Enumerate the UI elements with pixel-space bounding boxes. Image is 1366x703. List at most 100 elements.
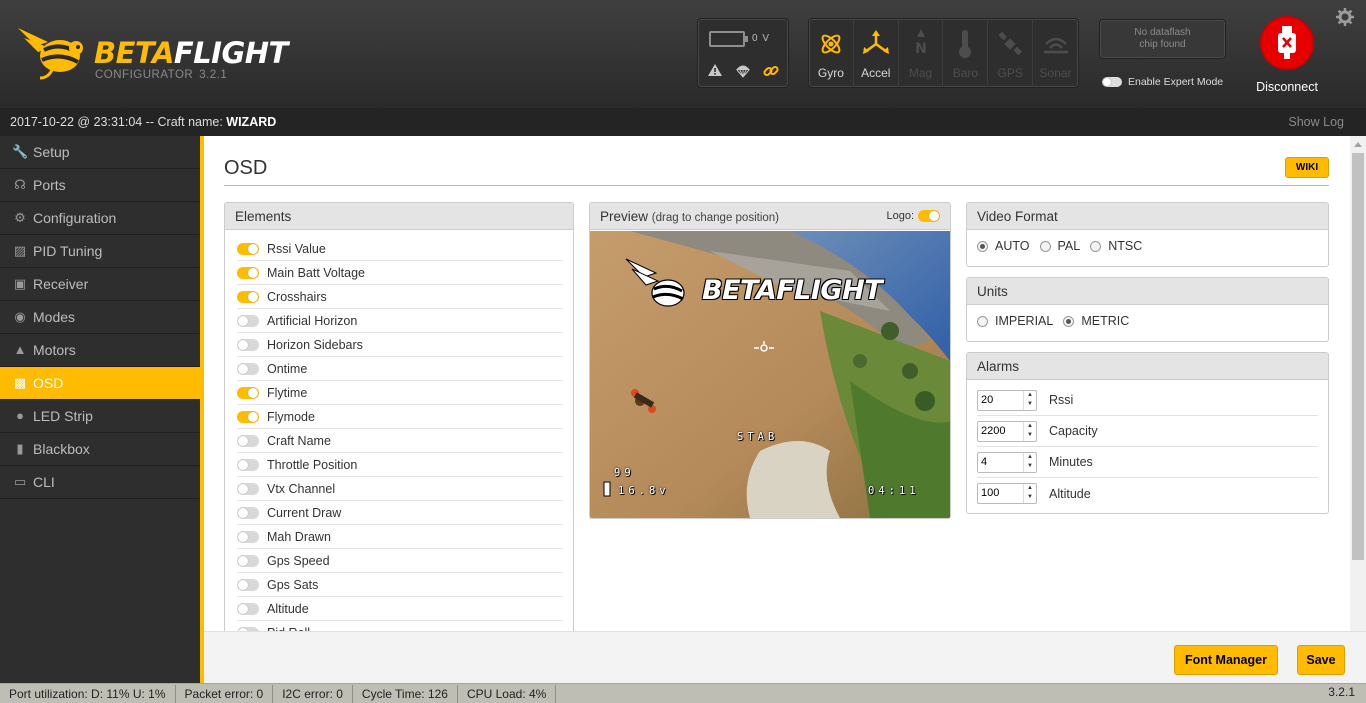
usb-disconnect-icon[interactable] [1260,16,1314,70]
bee-icon [18,28,83,80]
gear-icon: ⚙ [14,210,26,225]
betaflight-logo: BETAFLIGHT CONFIGURATOR 3.2.1 [14,22,304,88]
video-format-ntsc[interactable]: NTSC [1090,239,1142,253]
sidebar-item-osd[interactable]: ▩ OSD [0,367,204,400]
units-title: Units [967,278,1328,305]
element-toggle[interactable] [237,602,259,615]
element-label: Gps Speed [267,553,330,568]
sidebar-item-receiver[interactable]: ▣ Receiver [0,268,200,301]
element-label: Flytime [267,385,308,400]
sidebar-item-configuration[interactable]: ⚙ Configuration [0,202,200,235]
altitude-alarm-input[interactable]: 100 ▲ ▼ [977,483,1037,504]
radio-imperial[interactable] [977,315,988,327]
element-toggle[interactable] [237,530,259,543]
wrench-icon: 🔧 [12,144,29,159]
sensor-status: Gyro Accel N Mag Baro GPS Sonar [808,18,1079,88]
sidebar-item-ports[interactable]: ☊ Ports [0,169,200,202]
radio-auto[interactable] [977,240,988,252]
sidebar-item-pid-tuning[interactable]: ▨ PID Tuning [0,235,200,268]
sensor-mag: N Mag [899,19,944,87]
units-metric[interactable]: METRIC [1063,314,1129,328]
list-item: Gps Speed [237,549,563,573]
firmware-version: 3.2.1 [1328,685,1355,699]
capacity-alarm-input[interactable]: 2200 ▲ ▼ [977,420,1037,442]
radio-pal[interactable] [1039,240,1051,252]
sensor-sonar: Sonar [1033,19,1078,87]
element-label: Craft Name [267,433,331,448]
element-toggle[interactable] [237,362,259,375]
scroll-thumb[interactable] [1352,153,1364,560]
save-button[interactable]: Save [1297,645,1345,675]
element-toggle[interactable] [237,266,259,279]
osd-rssi-value[interactable]: 99 [614,467,635,479]
osd-battery-voltage[interactable]: 16.8v [618,485,670,497]
sidebar-item-motors[interactable]: ▲ Motors [0,334,200,367]
craft-name: WIZARD [226,115,277,129]
settings-gear-icon[interactable] [1336,8,1354,31]
element-toggle[interactable] [237,554,259,567]
element-toggle[interactable] [237,290,259,303]
sensor-accel: Accel [854,19,899,87]
baro-icon [943,29,987,59]
battery-voltage: 0 V [752,33,771,44]
element-toggle[interactable] [237,386,259,399]
sidebar-item-cli[interactable]: ▭ CLI [0,466,200,499]
osd-preview-screen[interactable]: BETAFLIGHT STAB 99 16.8v 04:11 [590,231,950,518]
elements-list: Rssi Value Main Batt Voltage Crosshairs Art… [225,230,573,631]
osd-flymode[interactable]: STAB [737,431,778,443]
element-toggle[interactable] [237,578,259,591]
element-toggle[interactable] [237,458,259,471]
element-toggle[interactable] [237,482,259,495]
list-item: Crosshairs [237,285,563,309]
i2c-error: I2C error: 0 [273,684,353,703]
logo-switch[interactable] [918,210,940,222]
radio-metric[interactable] [1063,315,1075,327]
show-log-link[interactable]: Show Log [1288,108,1344,136]
video-format-title: Video Format [967,203,1328,230]
sidebar-item-blackbox[interactable]: ▮ Blackbox [0,433,200,466]
video-format-pal[interactable]: PAL [1039,239,1080,253]
rssi-alarm-input[interactable]: 20 ▲ ▼ [977,389,1037,411]
osd-flytime[interactable]: 04:11 [868,485,920,497]
expert-mode-switch[interactable] [1102,77,1122,87]
gyro-icon [809,29,853,59]
elements-title: Elements [225,203,573,230]
port-utilization: Port utilization: D: 11% U: 1% [0,684,176,703]
element-label: Current Draw [267,505,342,520]
element-toggle[interactable] [237,338,259,351]
title-divider [224,185,1329,186]
minutes-alarm-input[interactable]: 4 ▲ ▼ [977,451,1037,473]
element-toggle[interactable] [237,434,259,447]
wiki-button[interactable]: WIKI [1285,157,1329,178]
list-item: Main Batt Voltage [237,261,563,285]
element-toggle[interactable] [237,410,259,423]
log-bar: 2017-10-22 @ 23:31:04 -- Craft name: WIZ… [0,108,1366,136]
disconnect-button[interactable]: Disconnect [1256,16,1318,96]
expert-mode-toggle[interactable]: Enable Expert Mode [1102,76,1223,88]
content-toolbar: Font Manager Save [204,631,1366,683]
alarms-panel: Alarms 20 ▲ ▼ Rssi 2200 ▲ ▼ Capacity 4 ▲ ▼ Minute… [966,352,1329,514]
element-toggle[interactable] [237,314,259,327]
sidebar-item-setup[interactable]: 🔧 Setup [0,136,200,169]
app-version: 3.2.1 [199,69,228,81]
video-format-auto[interactable]: AUTO [977,239,1030,253]
list-item: Flymode [237,405,563,429]
alarm-row-rssi: 20 ▲ ▼ Rssi [977,385,1318,416]
logo-toggle[interactable]: Logo: [886,210,940,222]
units-imperial[interactable]: IMPERIAL [977,314,1053,328]
element-label: Artificial Horizon [267,313,358,328]
radio-ntsc[interactable] [1090,240,1102,252]
mag-icon: N [899,29,943,59]
element-toggle[interactable] [237,242,259,255]
page-title: OSD [224,157,268,179]
font-manager-button[interactable]: Font Manager [1174,645,1278,675]
sidebar-item-led-strip[interactable]: ● LED Strip [0,400,200,433]
element-label: Rssi Value [267,241,326,256]
sidebar-item-modes[interactable]: ◉ Modes [0,301,200,334]
sitemap-icon: ▨ [13,243,27,258]
content-scrollbar[interactable] [1350,136,1366,631]
element-toggle[interactable] [237,506,259,519]
list-item: Ontime [237,357,563,381]
stepper-arrows-icon: ▲ ▼ [1023,484,1036,503]
scroll-up-arrow-icon[interactable] [1354,142,1362,147]
